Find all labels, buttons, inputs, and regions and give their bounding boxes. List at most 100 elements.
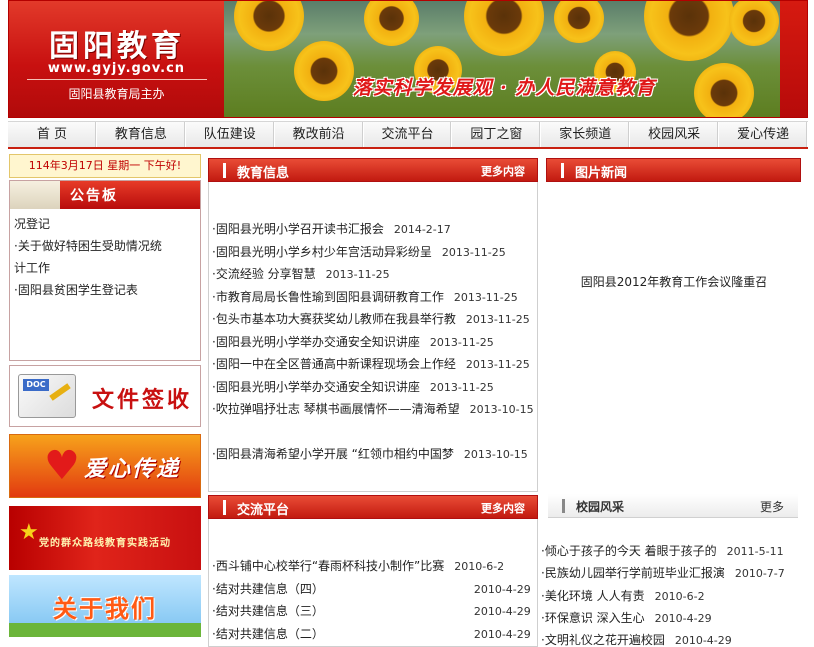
campus-header: 校园风采 更多 (548, 494, 798, 518)
list-item[interactable]: ·包头市基本功大赛获奖幼儿教师在我县举行教 2013-11-25 (212, 308, 534, 331)
nav-gardener[interactable]: 园丁之窗 (452, 122, 542, 147)
item-date: 2013-11-25 (465, 358, 530, 371)
sunflower-icon (234, 1, 304, 51)
notice-item[interactable]: ·关于做好特困生受助情况统 (14, 235, 196, 257)
exchange-more-link[interactable]: 更多内容 (481, 500, 525, 516)
nav-home[interactable]: 首 页 (8, 122, 97, 147)
item-date: 2013-11-25 (429, 335, 494, 349)
item-title: ·文明礼仪之花开遍校园 (541, 633, 665, 647)
notice-item[interactable]: 况登记 (14, 213, 196, 235)
item-date: 2011-5-11 (726, 545, 784, 558)
exchange-title: 交流平台 (237, 503, 290, 518)
header-marker (562, 499, 565, 513)
date-greeting: 114年3月17日 星期一 下午好! (9, 154, 201, 178)
exchange-list: ·西斗铺中心校举行“春雨杯科技小制作”比赛 2010-6-2 ·结对共建信息（四）… (212, 555, 534, 645)
pic-news-caption[interactable]: 固阳县2012年教育工作会议隆重召 (548, 273, 800, 290)
item-date: 2014-2-17 (393, 223, 451, 236)
list-item[interactable]: ·固阳县光明小学乡村少年宫活动异彩纷呈 2013-11-25 (212, 241, 534, 264)
notice-header: 公告板 (10, 181, 200, 209)
site-logo[interactable]: 固阳教育 www.gyjy.gov.cn 固阳县教育局主办 (9, 1, 224, 117)
item-title: ·民族幼儿园举行学前班毕业汇报演 (541, 566, 725, 581)
header-marker (561, 163, 564, 178)
document-icon: DOC (18, 374, 76, 418)
list-item[interactable]: ·倾心于孩子的今天 着眼于孩子的 2011-5-11 (541, 540, 803, 562)
notice-item[interactable]: ·固阳县贫困学生登记表 (14, 279, 196, 301)
item-title: ·吹拉弹唱抒壮志 琴棋书画展情怀——清海希望 (212, 402, 460, 416)
main-nav: 首 页 教育信息 队伍建设 教改前沿 交流平台 园丁之窗 家长频道 校园风采 爱… (8, 121, 809, 149)
nav-parents[interactable]: 家长频道 (541, 122, 631, 147)
nav-campus[interactable]: 校园风采 (630, 122, 720, 147)
list-item[interactable]: ·交流经验 分享智慧 2013-11-25 (212, 263, 534, 286)
item-date: 2010-6-2 (454, 560, 505, 573)
pic-news-header: 图片新闻 (546, 158, 801, 182)
list-item[interactable]: ·结对共建信息（四） 2010-4-29 (212, 578, 534, 601)
love-label: 爱心传递 (84, 457, 181, 482)
list-item[interactable]: ·固阳县光明小学举办交通安全知识讲座 2013-11-25 (212, 376, 534, 399)
campus-list: ·倾心于孩子的今天 着眼于孩子的 2011-5-11 ·民族幼儿园举行学前班毕业汇… (541, 540, 803, 647)
header-marker (223, 500, 226, 515)
item-date: 2013-10-15 (463, 448, 528, 461)
list-item[interactable]: ·固阳县光明小学召开读书汇报会 2014-2-17 (212, 218, 534, 241)
item-title: ·倾心于孩子的今天 着眼于孩子的 (541, 544, 717, 558)
item-date: 2013-11-25 (453, 290, 518, 304)
nav-reform[interactable]: 教改前沿 (274, 122, 364, 147)
love-banner[interactable]: ♥ 爱心传递 (9, 434, 201, 498)
list-item[interactable]: ·民族幼儿园举行学前班毕业汇报演 2010-7-7 (541, 562, 803, 584)
nav-love[interactable]: 爱心传递 (719, 122, 809, 147)
sunflower-icon (644, 1, 734, 61)
edu-info-header: 教育信息 更多内容 (208, 158, 538, 182)
list-item[interactable]: ·美化环境 人人有责 2010-6-2 (541, 585, 803, 607)
list-item[interactable]: ·市教育局局长鲁性瑜到固阳县调研教育工作 2013-11-25 (212, 286, 534, 309)
item-date: 2010-4-29 (654, 611, 712, 625)
list-item[interactable]: ·吹拉弹唱抒壮志 琴棋书画展情怀——清海希望 2013-10-15 (208, 398, 534, 443)
item-title: ·市教育局局长鲁性瑜到固阳县调研教育工作 (212, 289, 444, 304)
item-date: 2013-11-25 (441, 245, 506, 259)
item-date: 2010-4-29 (674, 634, 732, 647)
list-item[interactable]: ·固阳县光明小学举办交通安全知识讲座 2013-11-25 (212, 331, 534, 354)
logo-url: www.gyjy.gov.cn (47, 61, 186, 76)
list-item[interactable]: ·文明礼仪之花开遍校园 2010-4-29 (541, 629, 803, 647)
notice-list: 况登记 ·关于做好特困生受助情况统 计工作 ·固阳县贫困学生登记表 (14, 213, 196, 301)
list-item[interactable]: ·固阳一中在全区普通高中新课程现场会上作经 2013-11-25 (212, 353, 534, 376)
item-date: 2010-4-29 (473, 605, 531, 618)
nav-edu-info[interactable]: 教育信息 (96, 122, 186, 147)
notice-header-tab (10, 181, 60, 209)
notice-board: 公告板 况登记 ·关于做好特困生受助情况统 计工作 ·固阳县贫困学生登记表 (9, 180, 201, 361)
notice-item[interactable]: 计工作 (14, 257, 196, 279)
nav-team[interactable]: 队伍建设 (185, 122, 275, 147)
campus-more-link[interactable]: 更多 (760, 498, 784, 515)
list-item[interactable]: ·结对共建信息（二） 2010-4-29 (212, 623, 534, 646)
nav-exchange[interactable]: 交流平台 (363, 122, 453, 147)
doc-sign-banner[interactable]: DOC 文件签收 (9, 365, 201, 427)
list-item[interactable]: ·固阳县清海希望小学开展 “红领巾相约中国梦 2013-10-15 (208, 443, 534, 488)
edu-info-more-link[interactable]: 更多内容 (481, 163, 525, 179)
list-item[interactable]: ·环保意识 深入生心 2010-4-29 (541, 607, 803, 629)
party-banner[interactable]: ★ 党的群众路线教育实践活动 (9, 506, 201, 570)
about-banner[interactable]: 关于我们 (9, 575, 201, 637)
star-icon: ★ (19, 520, 39, 545)
item-date: 2013-11-25 (429, 380, 494, 394)
pen-icon (49, 383, 71, 401)
campus-title: 校园风采 (576, 500, 625, 514)
item-date: 2010-7-7 (734, 567, 785, 581)
heart-icon: ♥ (44, 443, 80, 489)
logo-subtitle: 固阳县教育局主办 (68, 87, 165, 101)
edu-info-title: 教育信息 (237, 166, 290, 181)
logo-title: 固阳教育 (49, 29, 185, 64)
item-title: ·固阳县光明小学乡村少年宫活动异彩纷呈 (212, 244, 432, 259)
item-date: 2010-4-29 (473, 582, 531, 596)
item-title: ·结对共建信息（三） (212, 604, 324, 618)
list-item[interactable]: ·西斗铺中心校举行“春雨杯科技小制作”比赛 2010-6-2 (212, 555, 534, 578)
sunflower-banner: 落实科学发展观 · 办人民满意教育 (224, 1, 780, 117)
item-title: ·美化环境 人人有责 (541, 588, 645, 603)
item-date: 2010-4-29 (473, 627, 531, 641)
party-label: 党的群众路线教育实践活动 (39, 538, 171, 549)
item-date: 2013-10-15 (469, 403, 534, 416)
list-item[interactable]: ·结对共建信息（三） 2010-4-29 (212, 600, 534, 623)
exchange-header: 交流平台 更多内容 (208, 495, 538, 519)
sunflower-icon (729, 1, 779, 46)
item-title: ·固阳一中在全区普通高中新课程现场会上作经 (212, 357, 456, 371)
doc-sign-label: 文件签收 (92, 388, 193, 413)
header-edge (780, 1, 807, 117)
item-title: ·西斗铺中心校举行“春雨杯科技小制作”比赛 (212, 559, 445, 573)
